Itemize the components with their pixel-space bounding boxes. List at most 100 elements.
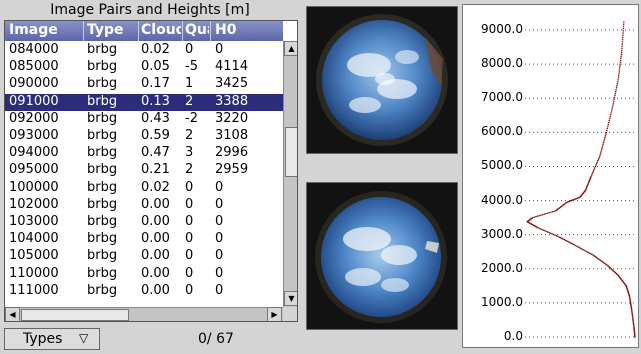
table-cell: 3220 <box>215 110 249 126</box>
profile-point <box>590 174 593 177</box>
table-row[interactable]: 104000 brbg 0.00 0 0 <box>5 231 283 248</box>
table-row[interactable]: 095000 brbg 0.21 2 2959 <box>5 162 283 179</box>
table-row[interactable]: 110000 brbg 0.00 0 0 <box>5 266 283 283</box>
profile-point <box>531 216 534 219</box>
table-cell: brbg <box>87 214 118 229</box>
column-separator[interactable] <box>210 21 211 41</box>
table-cell: 102000 <box>9 196 59 212</box>
table-cell: 0.00 <box>141 265 170 281</box>
table-cell: brbg <box>87 162 118 178</box>
scroll-down-button[interactable]: ▼ <box>284 291 297 306</box>
profile-point <box>595 162 598 165</box>
profile-point <box>533 216 536 218</box>
table-cell: 0 <box>185 231 194 247</box>
column-header-image[interactable]: Image <box>9 22 81 38</box>
profile-point <box>623 21 625 23</box>
table-cell: 093000 <box>9 128 59 143</box>
table-row[interactable]: 100000 brbg 0.02 0 0 <box>5 180 283 197</box>
profile-point <box>612 102 615 104</box>
table-cell: 0.43 <box>141 110 170 126</box>
profile-point <box>605 131 608 134</box>
table-row[interactable]: 084000 brbg 0.02 0 0 <box>5 42 283 59</box>
table-row[interactable]: 094000 brbg 0.47 3 2996 <box>5 145 283 162</box>
profile-point <box>620 53 623 56</box>
table-row[interactable]: 111000 brbg 0.00 0 0 <box>5 283 283 300</box>
profile-point <box>616 80 619 83</box>
table-cell: 104000 <box>9 231 59 247</box>
table-cell: brbg <box>87 282 118 298</box>
profile-point <box>622 34 624 36</box>
column-header-h0[interactable]: H0 <box>215 22 275 38</box>
table-cell: 092000 <box>9 110 59 126</box>
table-cell: 094000 <box>9 145 59 161</box>
vertical-scroll-thumb[interactable] <box>285 127 297 177</box>
profile-point <box>544 230 547 232</box>
table-row[interactable]: 102000 brbg 0.00 0 0 <box>5 197 283 214</box>
fisheye-sky-photo-top <box>307 7 457 153</box>
column-separator[interactable] <box>83 21 84 41</box>
profile-point <box>540 228 542 230</box>
column-header-type[interactable]: Type <box>87 22 137 38</box>
table-row[interactable]: 090000 brbg 0.17 1 3425 <box>5 76 283 93</box>
image-table[interactable]: Image Type Cloud Quality H0 084000 brbg 0.… <box>4 20 298 322</box>
profile-point <box>543 229 545 232</box>
table-cell: 0 <box>215 179 224 195</box>
profile-point <box>555 234 558 237</box>
table-cell: brbg <box>87 110 118 126</box>
profile-point <box>613 98 615 101</box>
table-cell: 100000 <box>9 179 59 195</box>
table-cell: 0 <box>185 179 194 195</box>
table-cell: 3 <box>185 145 194 161</box>
table-row[interactable]: 085000 brbg 0.05 -5 4114 <box>5 59 283 76</box>
scroll-corner <box>283 307 297 321</box>
table-cell: 0 <box>185 214 194 229</box>
column-separator[interactable] <box>182 21 183 41</box>
profile-point <box>550 211 552 214</box>
table-cell: brbg <box>87 145 118 161</box>
profile-point <box>617 77 620 79</box>
profile-point <box>607 121 610 124</box>
profile-point <box>609 115 611 118</box>
table-cell: brbg <box>87 231 118 247</box>
table-cell: brbg <box>87 76 118 92</box>
profile-point <box>604 134 607 137</box>
profile-point <box>611 108 613 110</box>
horizontal-scrollbar[interactable]: ◀ ▶ <box>5 307 283 321</box>
profile-point <box>622 27 625 30</box>
table-cell: brbg <box>87 42 118 57</box>
table-row[interactable]: 093000 brbg 0.59 2 3108 <box>5 128 283 145</box>
profile-point <box>615 88 617 91</box>
arrow-right-icon: ▶ <box>271 310 278 319</box>
table-cell: 2959 <box>215 162 249 178</box>
profile-point <box>619 65 621 67</box>
horizontal-scroll-thumb[interactable] <box>21 309 129 321</box>
profile-point <box>619 61 622 64</box>
table-cell: 3108 <box>215 128 249 143</box>
table-row[interactable]: 091000 brbg 0.13 2 3388 <box>5 93 283 111</box>
arrow-left-icon: ◀ <box>9 310 16 319</box>
profile-point <box>550 232 552 235</box>
column-separator[interactable] <box>138 21 139 41</box>
profile-point <box>593 168 595 171</box>
profile-point <box>600 148 603 151</box>
profile-point <box>621 36 624 39</box>
table-cell: 0.00 <box>141 231 170 247</box>
profile-point <box>610 112 612 114</box>
vertical-scrollbar[interactable]: ▲ ▼ <box>283 41 297 307</box>
profile-point <box>598 156 600 159</box>
triangle-down-icon: ▽ <box>79 331 89 345</box>
table-cell: 0 <box>215 196 224 212</box>
profile-point <box>610 110 613 112</box>
table-row[interactable]: 105000 brbg 0.00 0 0 <box>5 248 283 265</box>
scroll-left-button[interactable]: ◀ <box>5 307 20 321</box>
scroll-up-button[interactable]: ▲ <box>284 41 297 56</box>
scroll-right-button[interactable]: ▶ <box>267 307 282 321</box>
column-header-cloud[interactable]: Cloud <box>141 22 181 38</box>
table-cell: 095000 <box>9 162 59 178</box>
types-dropdown-button[interactable]: Types ▽ <box>4 328 100 350</box>
profile-point <box>553 210 555 213</box>
table-row[interactable]: 092000 brbg 0.43 -2 3220 <box>5 111 283 128</box>
table-row[interactable]: 103000 brbg 0.00 0 0 <box>5 214 283 231</box>
profile-point <box>599 155 601 158</box>
column-header-quality[interactable]: Quality <box>185 22 209 38</box>
